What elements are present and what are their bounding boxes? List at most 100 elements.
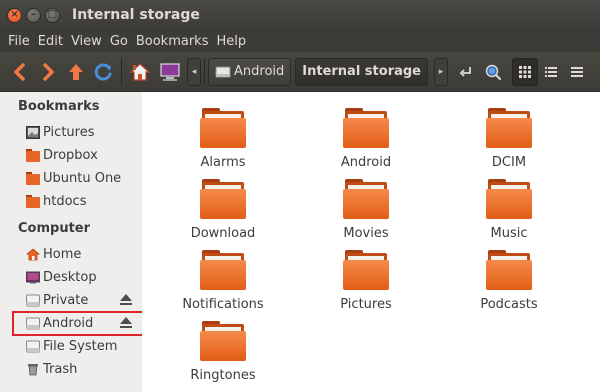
sidebar: Bookmarks Pictures Dropbox Ubuntu One ht… [0, 92, 147, 392]
breadcrumb-label: Android [234, 64, 285, 79]
sidebar-item-label: htdocs [43, 193, 87, 209]
sidebar-item-label: File System [43, 338, 118, 354]
minimize-button[interactable]: – [26, 7, 41, 23]
sidebar-item-trash[interactable]: Trash [26, 359, 140, 379]
folder-item[interactable]: Android [311, 108, 421, 170]
sidebar-item-label: Private [43, 292, 89, 308]
breadcrumb-internal-storage[interactable]: Internal storage [295, 57, 428, 86]
trash-icon [28, 363, 38, 375]
menu-bar: File Edit View Go Bookmarks Help [0, 30, 600, 52]
window-title: Internal storage [72, 7, 200, 23]
sidebar-item-private[interactable]: Private [26, 290, 140, 310]
close-button[interactable]: × [7, 7, 22, 23]
menu-file[interactable]: File [4, 34, 34, 49]
sidebar-item-ubuntu-one[interactable]: Ubuntu One [26, 168, 140, 188]
folder-icon [486, 250, 532, 290]
back-button[interactable] [6, 57, 34, 87]
sidebar-item-pictures[interactable]: Pictures [26, 122, 140, 142]
folder-item[interactable]: DCIM [454, 108, 564, 170]
folder-icon [343, 179, 389, 219]
search-icon [485, 64, 502, 80]
folder-icon [200, 108, 246, 148]
sidebar-item-label: Desktop [43, 269, 97, 285]
search-button[interactable] [480, 57, 506, 87]
up-arrow-icon [69, 63, 83, 80]
folder-item[interactable]: Download [168, 179, 278, 241]
sidebar-item-htdocs[interactable]: htdocs [26, 191, 140, 211]
sidebar-item-home[interactable]: Home [26, 244, 140, 264]
folder-label: Podcasts [480, 297, 538, 312]
menu-bookmarks[interactable]: Bookmarks [132, 34, 213, 49]
computer-icon [160, 62, 180, 81]
breadcrumb-android[interactable]: Android [208, 57, 292, 86]
forward-button[interactable] [34, 57, 62, 87]
drive-icon [26, 317, 40, 329]
sidebar-item-dropbox[interactable]: Dropbox [26, 145, 140, 165]
reload-icon [94, 63, 112, 81]
menu-go[interactable]: Go [106, 34, 132, 49]
grid-view-button[interactable] [512, 57, 538, 86]
undo-arrow-icon [459, 66, 471, 77]
sidebar-item-file-system[interactable]: File System [26, 336, 140, 356]
folder-icon [486, 108, 532, 148]
sidebar-item-label: Dropbox [43, 147, 98, 163]
folder-item[interactable]: Pictures [311, 250, 421, 312]
computer-button[interactable] [155, 57, 185, 87]
up-button[interactable] [62, 57, 90, 87]
folder-icon [343, 250, 389, 290]
maximize-button[interactable]: □ [45, 7, 60, 23]
folder-icon [200, 179, 246, 219]
grid-view-icon [519, 65, 531, 78]
back-arrow-icon [14, 62, 25, 81]
sidebar-heading-computer: Computer [18, 221, 91, 236]
restore-button[interactable] [452, 57, 480, 87]
folder-icon [486, 179, 532, 219]
file-view: Alarms Android DCIM Download Movies Musi… [142, 92, 600, 392]
breadcrumb-scroll-right[interactable]: ▸ [434, 57, 448, 86]
window-controls: × – □ [7, 7, 60, 23]
menu-view[interactable]: View [67, 34, 106, 49]
folder-item[interactable]: Podcasts [454, 250, 564, 312]
drive-icon [26, 340, 40, 352]
title-bar: × – □ Internal storage [0, 0, 600, 30]
folder-item[interactable]: Notifications [168, 250, 278, 312]
folder-label: Movies [343, 226, 389, 241]
drive-icon [215, 66, 231, 77]
folder-label: Notifications [182, 297, 264, 312]
sidebar-item-android[interactable]: Android [26, 313, 140, 333]
folder-label: Ringtones [190, 368, 256, 383]
folder-icon [200, 250, 246, 290]
sidebar-item-label: Ubuntu One [43, 170, 122, 186]
sidebar-heading-bookmarks: Bookmarks [18, 99, 100, 114]
breadcrumb-scroll-left[interactable]: ◂ [187, 57, 201, 86]
home-icon [129, 62, 151, 81]
folder-item[interactable]: Ringtones [168, 321, 278, 383]
folder-item[interactable]: Alarms [168, 108, 278, 170]
folder-label: Alarms [200, 155, 246, 170]
sidebar-item-desktop[interactable]: Desktop [26, 267, 140, 287]
compact-view-button[interactable] [564, 58, 590, 86]
folder-label: Pictures [340, 297, 392, 312]
reload-button[interactable] [90, 57, 118, 87]
folder-icon [343, 108, 389, 148]
list-view-button[interactable] [538, 58, 564, 86]
forward-arrow-icon [43, 62, 54, 81]
folder-icon [26, 194, 40, 208]
folder-icon [200, 321, 246, 361]
compact-view-icon [571, 66, 583, 77]
drive-icon [26, 294, 40, 306]
folder-item[interactable]: Movies [311, 179, 421, 241]
eject-icon[interactable] [120, 317, 132, 329]
menu-help[interactable]: Help [212, 34, 250, 49]
folder-icon [26, 171, 40, 185]
eject-icon[interactable] [120, 294, 132, 306]
folder-label: DCIM [491, 155, 527, 170]
home-button[interactable] [125, 57, 155, 87]
toolbar-separator [121, 57, 122, 86]
desktop-icon [26, 271, 40, 283]
folder-item[interactable]: Music [454, 179, 564, 241]
folder-icon [26, 148, 40, 162]
sidebar-item-label: Pictures [43, 124, 95, 140]
menu-edit[interactable]: Edit [34, 34, 67, 49]
toolbar-separator [204, 57, 205, 86]
